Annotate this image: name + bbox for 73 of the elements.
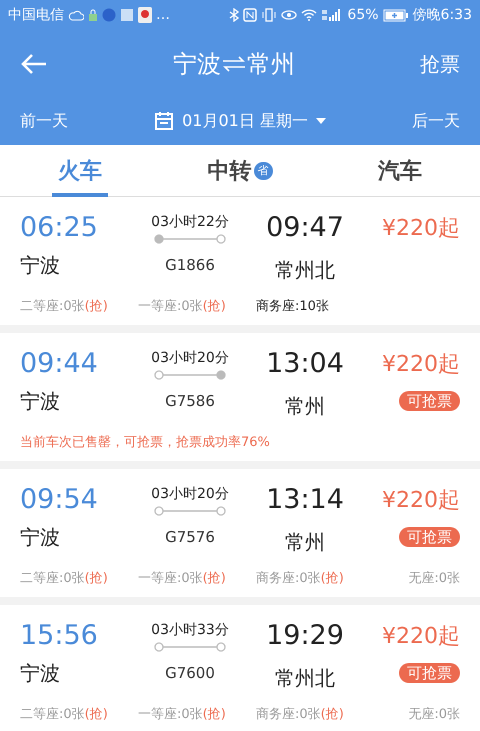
- price: ¥220起: [381, 622, 460, 650]
- grab-ticket-badge: 可抢票: [399, 391, 460, 411]
- arrival-time: 13:14: [265, 483, 345, 517]
- calendar-icon: [154, 111, 174, 131]
- back-button[interactable]: [20, 52, 48, 76]
- train-card[interactable]: 15:56 03小时33分 19:29 ¥220起 宁波 G7600 常州北 可抢票 二等座:0张(抢) 一等座:0张(抢) 商务座:0张(抢) 无座:0张: [0, 605, 480, 731]
- arrival-station: 常州北: [274, 257, 336, 284]
- seat-availability: 商务座:0张(抢): [256, 570, 345, 588]
- train-number: G7600: [164, 662, 216, 684]
- seat-availability: 一等座:0张(抢): [138, 706, 227, 724]
- arrival-station: 常州: [284, 529, 326, 556]
- app-icon: [102, 8, 116, 22]
- seat-availability: 一等座:0张(抢): [138, 570, 227, 588]
- seat-availability: 商务座:10张: [256, 298, 330, 316]
- clock: 傍晚6:33: [412, 6, 472, 24]
- departure-time: 15:56: [20, 619, 99, 653]
- travel-duration: 03小时20分: [151, 484, 229, 504]
- price: ¥220起: [381, 350, 460, 378]
- seat-availability: 无座:0张: [408, 706, 460, 724]
- carrier-name: 中国电信: [8, 6, 64, 24]
- departure-station: 宁波: [20, 660, 61, 687]
- arrival-city: 常州: [247, 48, 295, 80]
- travel-duration: 03小时20分: [151, 348, 229, 368]
- pin-icon: [138, 7, 152, 23]
- tab[interactable]: 中转 省: [160, 145, 320, 197]
- bluetooth-icon: [229, 8, 240, 22]
- vibrate-icon: [261, 8, 278, 22]
- more-indicator: …: [156, 6, 170, 24]
- nfc-icon: [243, 8, 258, 22]
- departure-station: 宁波: [20, 524, 61, 551]
- train-card[interactable]: 06:25 03小时22分 09:47 ¥220起 宁波 G1866 常州北 二等座:0张(抢) 一等座:0张(抢) 商务座:10张: [0, 197, 480, 325]
- grab-ticket-badge: 可抢票: [399, 663, 460, 683]
- seat-availability: 二等座:0张(抢): [20, 298, 109, 316]
- tab[interactable]: 火车: [0, 145, 160, 197]
- seat-availability: 商务座:0张(抢): [256, 706, 345, 724]
- app-icon: [120, 8, 134, 22]
- departure-time: 09:44: [20, 347, 99, 381]
- wifi-icon: [301, 9, 318, 21]
- train-card[interactable]: 09:44 03小时20分 13:04 ¥220起 宁波 G7586 常州 可抢票 当前车次已售罄，可抢票，抢票成功率76%: [0, 333, 480, 461]
- eye-icon: [281, 9, 298, 21]
- grab-ticket-badge: 可抢票: [399, 527, 460, 547]
- departure-station: 宁波: [20, 388, 61, 415]
- departure-city: 宁波: [173, 48, 221, 80]
- train-number: G7576: [164, 526, 216, 548]
- back-arrow-icon: [20, 53, 48, 76]
- battery-percent: 65%: [347, 6, 379, 24]
- arrival-time: 19:29: [265, 619, 345, 653]
- departure-station: 宁波: [20, 252, 61, 279]
- arrival-time: 13:04: [265, 347, 345, 381]
- train-card[interactable]: 09:54 03小时20分 13:14 ¥220起 宁波 G7576 常州 可抢票 二等座:0张(抢) 一等座:0张(抢) 商务座:0张(抢) 无座:0张: [0, 469, 480, 597]
- cloud-icon: [68, 9, 84, 21]
- train-number: G1866: [164, 254, 216, 276]
- seat-availability: 二等座:0张(抢): [20, 570, 109, 588]
- tab[interactable]: 汽车: [320, 145, 480, 197]
- departure-time: 09:54: [20, 483, 99, 517]
- arrival-station: 常州: [284, 393, 326, 420]
- arrival-station: 常州北: [274, 665, 336, 692]
- savings-badge: 省: [254, 162, 272, 180]
- sold-out-notice: 当前车次已售罄，可抢票，抢票成功率76%: [20, 434, 271, 452]
- seat-availability: 无座:0张: [408, 570, 460, 588]
- lock-icon: [88, 8, 98, 22]
- swap-icon[interactable]: [221, 56, 247, 72]
- price: ¥220起: [381, 486, 460, 514]
- seat-availability: 一等座:0张(抢): [138, 298, 227, 316]
- departure-time: 06:25: [20, 211, 99, 245]
- train-number: G7586: [164, 390, 216, 412]
- travel-duration: 03小时33分: [151, 620, 229, 640]
- battery-icon: [382, 8, 409, 22]
- travel-duration: 03小时22分: [151, 212, 229, 232]
- dropdown-caret-icon: [316, 118, 326, 124]
- arrival-time: 09:47: [265, 211, 345, 245]
- price: ¥220起: [381, 214, 460, 242]
- seat-availability: 二等座:0张(抢): [20, 706, 109, 724]
